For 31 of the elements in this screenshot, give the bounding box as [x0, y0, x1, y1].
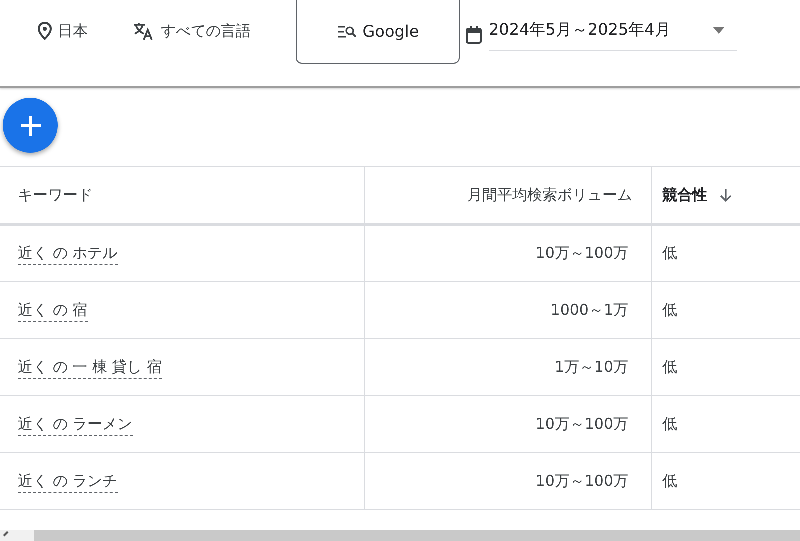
search-engine-button[interactable]: Google	[296, 0, 460, 64]
table-cell: 10万～100万	[364, 396, 651, 452]
column-header[interactable]: 競合性	[651, 166, 800, 224]
date-range-dropdown[interactable]: 2024年5月～2025年4月	[489, 18, 737, 51]
table-cell: 1000～1万	[364, 282, 651, 338]
location-pin-icon	[38, 22, 52, 40]
plus-icon	[18, 114, 42, 138]
search-list-icon	[336, 24, 357, 38]
table-cell: 低	[651, 396, 800, 452]
column-header[interactable]: キーワード	[0, 166, 364, 224]
table-cell: 低	[651, 338, 800, 396]
calendar-icon	[465, 24, 483, 44]
keyword-link[interactable]: 近く の ホテル	[18, 244, 118, 266]
keyword-link[interactable]: 近く の ラーメン	[18, 414, 133, 436]
dropdown-caret-icon	[713, 26, 725, 34]
horizontal-scrollbar[interactable]	[0, 530, 800, 541]
keyword-link[interactable]: 近く の 宿	[18, 300, 88, 322]
table-cell: 1万～10万	[364, 338, 651, 396]
table-cell: 10万～100万	[364, 452, 651, 510]
language-filter[interactable]: すべての言語	[133, 20, 251, 42]
location-filter[interactable]: 日本	[38, 20, 88, 42]
translate-icon	[133, 21, 155, 42]
sort-down-arrow-icon	[720, 188, 732, 203]
add-button[interactable]	[3, 98, 58, 153]
table-cell: 低	[651, 282, 800, 338]
table-cell: 10万～100万	[364, 224, 651, 282]
column-header[interactable]: 月間平均検索ボリューム	[364, 166, 651, 224]
keyword-link[interactable]: 近く の 一 棟 貸し 宿	[18, 358, 162, 379]
table-cell: 低	[651, 452, 800, 510]
keyword-link[interactable]: 近く の ランチ	[18, 472, 118, 493]
table-cell: 低	[651, 224, 800, 282]
